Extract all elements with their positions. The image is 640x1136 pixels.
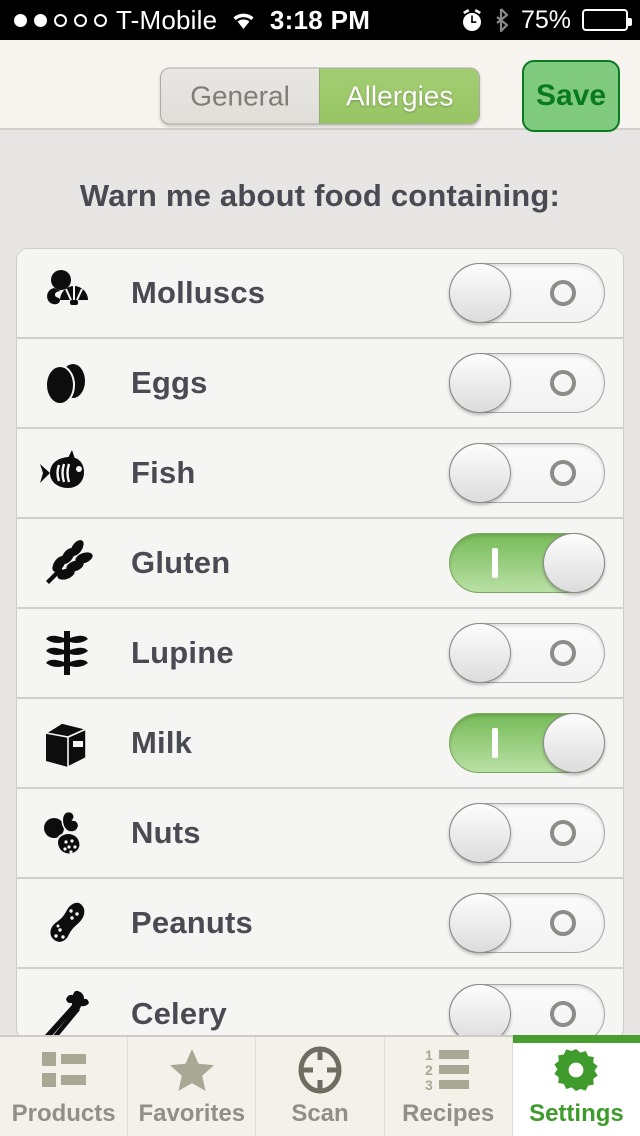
- scan-target-icon: [297, 1046, 343, 1094]
- toggle-off-mark: [550, 460, 576, 486]
- toggle-knob: [543, 533, 605, 593]
- lupine-icon: [17, 624, 117, 682]
- tab-label: Recipes: [402, 1100, 494, 1128]
- list-item[interactable]: Lupine: [17, 609, 623, 699]
- celery-icon: [17, 985, 117, 1040]
- nuts-icon: [17, 804, 117, 862]
- list-item[interactable]: Fish: [17, 429, 623, 519]
- segmented-control[interactable]: General Allergies: [160, 68, 480, 125]
- star-icon: [168, 1046, 216, 1094]
- list-item-label: Peanuts: [117, 905, 449, 941]
- allergy-list: Molluscs Eggs: [16, 248, 624, 1040]
- toggle-eggs[interactable]: [449, 353, 605, 413]
- status-bar: T-Mobile 3:18 PM 75%: [0, 0, 640, 40]
- list-item-label: Molluscs: [117, 275, 449, 311]
- list-item-label: Celery: [117, 996, 449, 1032]
- toggle-on-mark: [492, 548, 498, 578]
- toggle-gluten[interactable]: [449, 533, 605, 593]
- toggle-molluscs[interactable]: [449, 263, 605, 323]
- tab-products[interactable]: Products: [0, 1037, 128, 1136]
- tab-label: Settings: [529, 1100, 624, 1128]
- toggle-off-mark: [550, 1001, 576, 1027]
- list-item[interactable]: Milk: [17, 699, 623, 789]
- toggle-off-mark: [550, 640, 576, 666]
- tab-scan[interactable]: Scan: [256, 1037, 384, 1136]
- list-item[interactable]: Eggs: [17, 339, 623, 429]
- gear-icon: [552, 1046, 600, 1094]
- list-item[interactable]: Gluten: [17, 519, 623, 609]
- fish-icon: [17, 444, 117, 502]
- svg-text:1: 1: [425, 1048, 433, 1063]
- list-item[interactable]: Molluscs: [17, 249, 623, 339]
- toggle-knob: [449, 803, 511, 863]
- toggle-knob: [449, 263, 511, 323]
- numbered-list-icon: 1 2 3: [423, 1046, 473, 1094]
- svg-text:2: 2: [425, 1062, 433, 1078]
- tab-label: Favorites: [138, 1100, 245, 1128]
- toggle-knob: [449, 353, 511, 413]
- navigation-bar: General Allergies Save: [0, 40, 640, 130]
- svg-text:3: 3: [425, 1077, 433, 1092]
- milk-icon: [17, 714, 117, 772]
- list-item-label: Eggs: [117, 365, 449, 401]
- tab-bar: Products Favorites Scan 1 2: [0, 1035, 640, 1136]
- toggle-fish[interactable]: [449, 443, 605, 503]
- tab-favorites[interactable]: Favorites: [128, 1037, 256, 1136]
- list-item-label: Milk: [117, 725, 449, 761]
- toggle-knob: [449, 443, 511, 503]
- page-title: Warn me about food containing:: [0, 130, 640, 214]
- tab-label: Products: [12, 1100, 116, 1128]
- tab-allergies[interactable]: Allergies: [319, 69, 479, 124]
- toggle-milk[interactable]: [449, 713, 605, 773]
- tab-recipes[interactable]: 1 2 3 Recipes: [385, 1037, 513, 1136]
- tab-settings[interactable]: Settings: [513, 1037, 640, 1136]
- grid-list-icon: [41, 1046, 87, 1094]
- tab-general[interactable]: General: [161, 69, 319, 124]
- toggle-knob: [449, 893, 511, 953]
- toggle-off-mark: [550, 370, 576, 396]
- list-item[interactable]: Peanuts: [17, 879, 623, 969]
- tab-label: Scan: [291, 1100, 348, 1128]
- toggle-peanuts[interactable]: [449, 893, 605, 953]
- list-item-label: Nuts: [117, 815, 449, 851]
- toggle-knob: [449, 623, 511, 683]
- toggle-celery[interactable]: [449, 984, 605, 1040]
- toggle-nuts[interactable]: [449, 803, 605, 863]
- toggle-knob: [543, 713, 605, 773]
- gluten-icon: [17, 534, 117, 592]
- peanuts-icon: [17, 894, 117, 952]
- list-item[interactable]: Nuts: [17, 789, 623, 879]
- save-button[interactable]: Save: [522, 60, 620, 132]
- list-item[interactable]: Celery: [17, 969, 623, 1040]
- toggle-off-mark: [550, 280, 576, 306]
- list-item-label: Lupine: [117, 635, 449, 671]
- eggs-icon: [17, 354, 117, 412]
- toggle-off-mark: [550, 820, 576, 846]
- list-item-label: Fish: [117, 455, 449, 491]
- toggle-off-mark: [550, 910, 576, 936]
- clock-label: 3:18 PM: [0, 5, 640, 36]
- toggle-lupine[interactable]: [449, 623, 605, 683]
- toggle-on-mark: [492, 728, 498, 758]
- list-item-label: Gluten: [117, 545, 449, 581]
- battery-icon: [582, 9, 628, 31]
- molluscs-icon: [17, 264, 117, 322]
- toggle-knob: [449, 984, 511, 1040]
